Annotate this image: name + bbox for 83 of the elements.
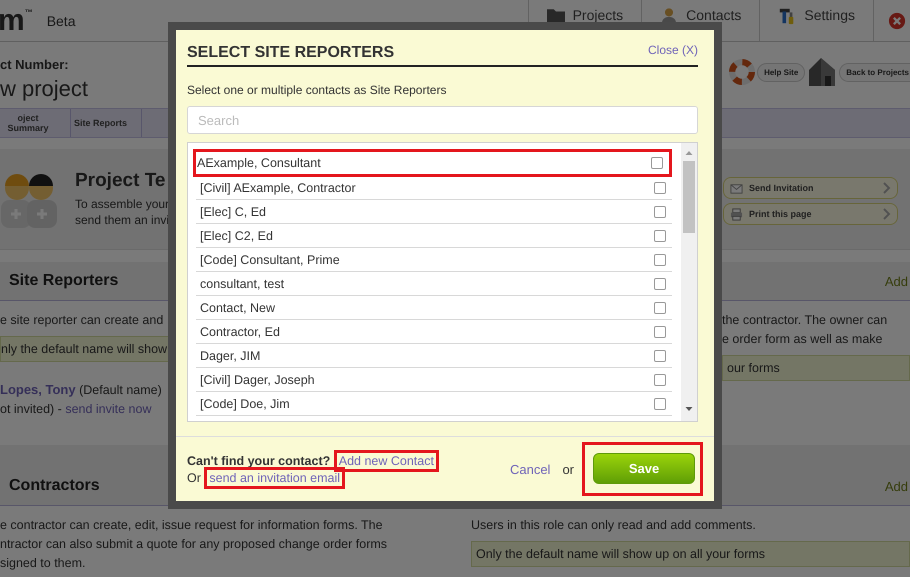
edition-label: Beta bbox=[46, 12, 76, 28]
note-banner: our forms bbox=[722, 355, 910, 381]
contact-row[interactable]: Contractor, Ed bbox=[196, 320, 672, 344]
project-name: w project bbox=[0, 76, 88, 102]
cancel-link[interactable]: Cancel bbox=[510, 462, 550, 476]
checkbox[interactable] bbox=[654, 230, 666, 242]
contact-name: consultant, test bbox=[200, 276, 284, 290]
footer-prompt: Can't find your contact? bbox=[187, 454, 330, 468]
printer-icon bbox=[730, 208, 743, 220]
help-site-button[interactable]: Help Site bbox=[757, 62, 806, 82]
checkbox[interactable] bbox=[654, 182, 666, 194]
role-description: signed to them. bbox=[0, 555, 86, 572]
contact-row[interactable]: Dager, JIM bbox=[196, 344, 672, 368]
contact-name: Dager, JIM bbox=[200, 348, 260, 362]
add-contact-link[interactable]: Add new Contact bbox=[334, 450, 439, 472]
note-banner: Only the default name will show up on all your forms bbox=[471, 541, 910, 567]
or-label: Or bbox=[187, 470, 201, 484]
team-description: send them an invi bbox=[75, 212, 170, 228]
role-description: ntractor can also submit a quote for any proposed change order forms bbox=[0, 536, 388, 553]
search-field[interactable]: Search bbox=[187, 106, 698, 134]
action-button[interactable]: Print this page bbox=[723, 203, 898, 225]
role-description: e contractor can create, edit, issue request for information forms. The bbox=[0, 517, 383, 534]
tab[interactable]: oject Summary bbox=[0, 109, 71, 137]
checkbox[interactable] bbox=[654, 254, 666, 266]
contact-row[interactable]: [Code] Doe, Jim bbox=[196, 392, 672, 416]
contact-name: Contractor, Ed bbox=[200, 324, 280, 338]
contact-row[interactable]: [Civil] AExample, Contractor bbox=[196, 176, 672, 200]
close-link[interactable]: Close (X) bbox=[648, 43, 698, 57]
team-title: Project Te bbox=[75, 170, 166, 192]
contact-name: Contact, New bbox=[200, 300, 276, 314]
dialog-subtitle: Select one or multiple contacts as Site Reporters bbox=[187, 83, 448, 97]
contact-name: AExample, Consultant bbox=[197, 156, 321, 170]
team-description: To assemble your bbox=[75, 196, 170, 212]
contact-row[interactable]: [Elec] C, Ed bbox=[196, 200, 672, 224]
save-button[interactable]: Save bbox=[593, 453, 695, 484]
checkbox[interactable] bbox=[654, 278, 666, 290]
contact-row[interactable]: AExample, Consultant bbox=[193, 149, 672, 177]
add-link[interactable]: Add bbox=[884, 478, 908, 494]
house-icon bbox=[807, 56, 838, 88]
dialog-title: SELECT SITE REPORTERS bbox=[187, 44, 394, 62]
logo[interactable]: m™ bbox=[0, 4, 33, 38]
project-number-label: ct Number: bbox=[0, 57, 70, 72]
contact-name: [Code] Consultant, Prime bbox=[200, 252, 340, 266]
send-invite-link[interactable]: send invite now bbox=[65, 402, 152, 416]
role-description: the contractor. The owner can bbox=[722, 312, 888, 329]
invitation-email-link[interactable]: send an invitation email bbox=[204, 466, 346, 488]
lifebuoy-icon bbox=[729, 59, 756, 85]
add-link[interactable]: Add bbox=[884, 274, 908, 288]
contact-name: [Code] Doe, Jim bbox=[200, 396, 290, 410]
chevron-icon bbox=[883, 208, 891, 220]
contact-name: [Civil] Dager, Joseph bbox=[200, 372, 315, 386]
action-button[interactable]: Send Invitation bbox=[723, 177, 898, 199]
section-title: Site Reporters bbox=[9, 272, 118, 290]
or-label: or bbox=[562, 462, 574, 476]
checkbox[interactable] bbox=[654, 206, 666, 218]
role-description: e order form as well as make bbox=[722, 331, 882, 348]
checkbox[interactable] bbox=[654, 350, 666, 362]
section-title: Contractors bbox=[9, 477, 100, 495]
chevron-icon bbox=[883, 182, 891, 194]
role-description: Users in this role can only read and add comments. bbox=[471, 517, 756, 534]
checkbox[interactable] bbox=[654, 374, 666, 386]
member-tag: (Default name) bbox=[79, 383, 162, 397]
tools-icon bbox=[778, 7, 796, 25]
contact-row[interactable]: [Civil] Dager, Joseph bbox=[196, 368, 672, 392]
checkbox[interactable] bbox=[654, 302, 666, 314]
tab[interactable]: Site Reports bbox=[71, 109, 142, 137]
invite-status: ot invited) - bbox=[0, 402, 63, 416]
contact-row[interactable]: Contact, New bbox=[196, 296, 672, 320]
checkbox[interactable] bbox=[651, 157, 663, 169]
contact-row[interactable]: [Elec] C2, Ed bbox=[196, 224, 672, 248]
close-icon[interactable] bbox=[888, 12, 906, 30]
contact-name: [Civil] AExample, Contractor bbox=[200, 180, 356, 194]
role-description: e site reporter can create and bbox=[0, 312, 164, 329]
contact-row[interactable]: consultant, test bbox=[196, 272, 672, 296]
checkbox[interactable] bbox=[654, 326, 666, 338]
nav-item[interactable]: Settings bbox=[759, 0, 873, 41]
checkbox[interactable] bbox=[654, 398, 666, 410]
back-to-projects-button[interactable]: Back to Projects bbox=[839, 62, 910, 82]
member-name-link[interactable]: Lopes, Tony bbox=[0, 382, 76, 397]
contact-name: [Elec] C2, Ed bbox=[200, 228, 273, 242]
envelope-icon bbox=[730, 182, 743, 194]
contact-row[interactable]: [Code] Consultant, Prime bbox=[196, 248, 672, 272]
contact-name: [Elec] C, Ed bbox=[200, 204, 266, 218]
